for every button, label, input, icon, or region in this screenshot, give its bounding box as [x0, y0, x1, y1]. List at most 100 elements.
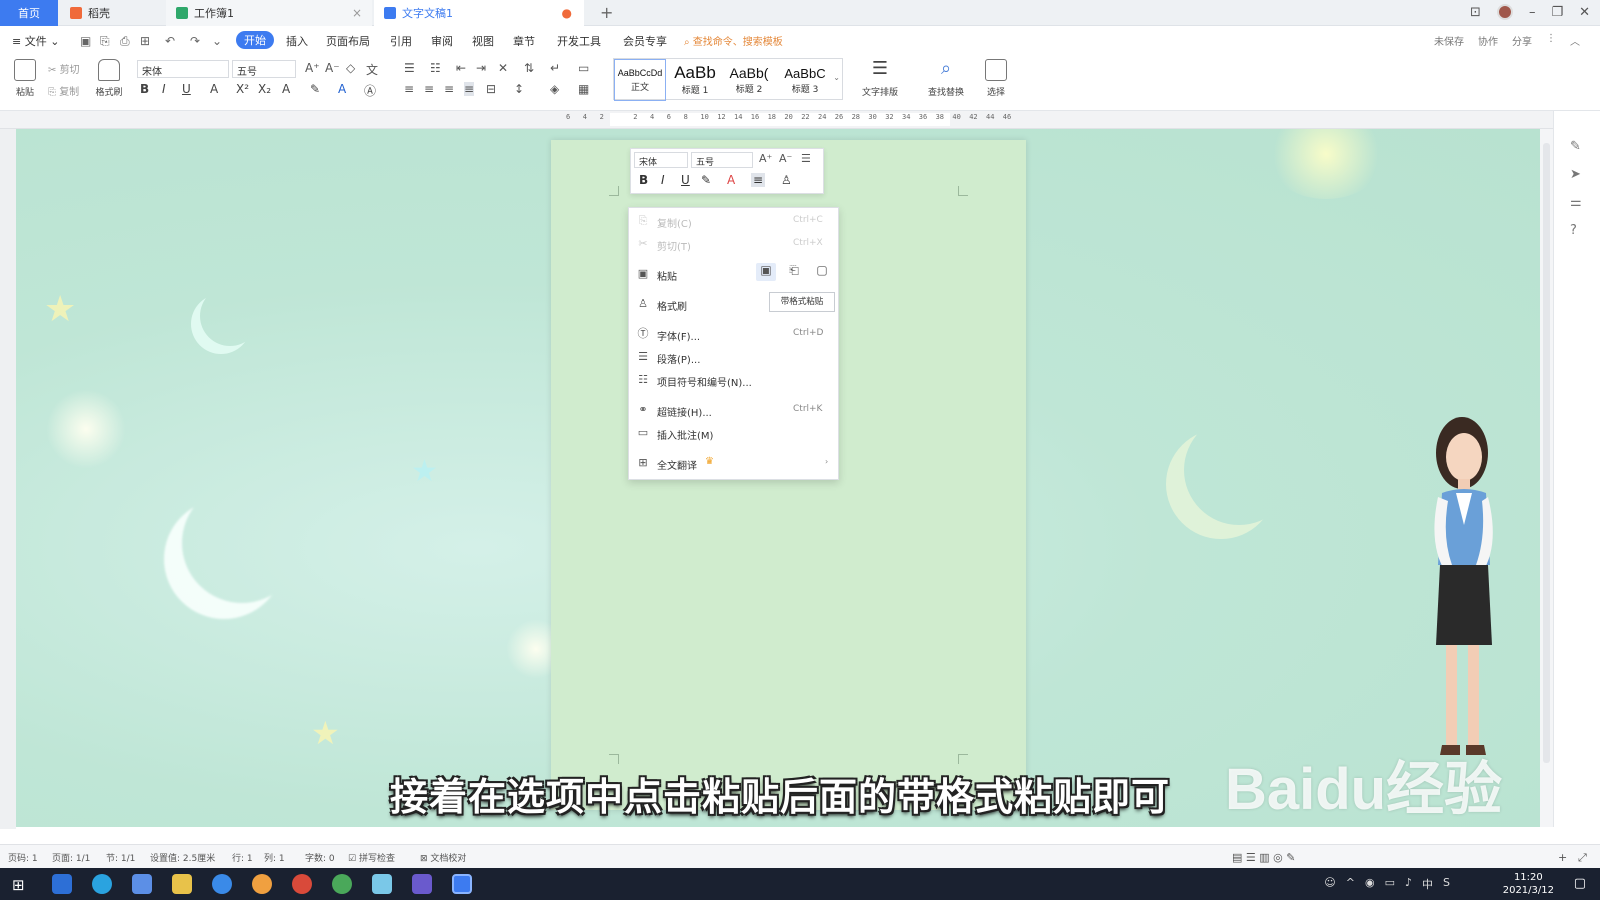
chinese-layout-icon[interactable]: ✕	[498, 61, 508, 75]
menu-item-translate[interactable]: ⊞ 全文翻译 ♛ ›	[629, 453, 840, 475]
menu-tab-layout[interactable]: 页面布局	[326, 33, 370, 49]
menu-tab-membership[interactable]: 会员专享	[623, 33, 667, 49]
ime-icon[interactable]: 中	[1422, 876, 1433, 892]
subscript-button[interactable]: X₂	[258, 82, 271, 96]
menu-tab-home[interactable]: 开始	[236, 31, 274, 49]
status-section[interactable]: 节: 1/1	[106, 851, 135, 864]
format-painter-button[interactable]: 格式刷	[92, 59, 126, 98]
fullscreen-icon[interactable]: ⤢	[1578, 851, 1587, 865]
notification-icon[interactable]: ▢	[1574, 876, 1586, 891]
redo-icon[interactable]: ↷	[190, 34, 200, 48]
style-heading-1[interactable]: AaBb 标题 1	[668, 59, 722, 101]
tab-workbook[interactable]: 工作簿1 ×	[166, 0, 372, 26]
collapse-ribbon-icon[interactable]: ︿	[1570, 33, 1580, 48]
zoom-in-icon[interactable]: +	[1558, 851, 1567, 864]
italic-button[interactable]: I	[661, 173, 665, 187]
distribute-icon[interactable]: ⊟	[486, 82, 496, 96]
menu-tab-insert[interactable]: 插入	[286, 33, 308, 49]
help-icon[interactable]: ?	[1570, 223, 1577, 238]
people-icon[interactable]: ☺	[1324, 876, 1335, 892]
menu-item-copy[interactable]: ⎘ 复制(C) Ctrl+C	[629, 211, 840, 233]
show-marks-icon[interactable]: ↵	[550, 61, 560, 75]
status-col[interactable]: 列: 1	[264, 851, 285, 864]
tray-expand-icon[interactable]: ^	[1346, 876, 1355, 892]
line-spacing-icon[interactable]: ↕	[514, 82, 524, 96]
avatar[interactable]	[1496, 4, 1513, 20]
char-border-button[interactable]: Ⓐ	[364, 82, 376, 99]
tab-document[interactable]: 文字文稿1 ●	[374, 0, 584, 26]
line-spacing-icon[interactable]: ☰	[801, 152, 811, 165]
font-color-button[interactable]: A	[727, 173, 735, 187]
unsaved-status[interactable]: 未保存	[1434, 33, 1464, 48]
clear-format-icon[interactable]: ◇	[346, 61, 355, 75]
close-icon[interactable]: ×	[352, 6, 362, 20]
status-pages[interactable]: 页面: 1/1	[52, 851, 90, 864]
bold-button[interactable]: B	[639, 173, 648, 187]
customize-icon[interactable]: ⌄	[212, 34, 222, 48]
font-size-select[interactable]: 五号	[232, 60, 296, 78]
superscript-button[interactable]: X²	[236, 82, 249, 96]
collaborate-button[interactable]: 协作	[1478, 33, 1498, 48]
minimize-button[interactable]: –	[1529, 5, 1536, 20]
sort-icon[interactable]: ⇅	[524, 61, 534, 75]
layout-icon[interactable]: ⊡	[1470, 5, 1481, 20]
copy-button[interactable]: ⎘ 复制	[48, 83, 79, 98]
align-right-icon[interactable]: ≡	[444, 82, 454, 96]
status-word-count[interactable]: 字数: 0	[305, 851, 335, 864]
app-browser-icon[interactable]	[212, 874, 232, 894]
menu-item-cut[interactable]: ✂ 剪切(T) Ctrl+X	[629, 234, 840, 256]
font-family-select[interactable]: 宋体	[137, 60, 229, 78]
font-color-button[interactable]: A	[338, 82, 346, 96]
view-mode-icons[interactable]: ▤ ☰ ▥ ◎ ✎	[1232, 851, 1295, 864]
numbering-icon[interactable]: ☷	[430, 61, 441, 75]
pinyin-icon[interactable]: 文	[366, 61, 378, 78]
proofread-button[interactable]: ⊠ 文档校对	[420, 851, 466, 864]
align-button[interactable]: ≡	[751, 173, 766, 187]
scrollbar-thumb[interactable]	[1543, 143, 1550, 763]
strikethrough-button[interactable]: A	[210, 82, 218, 96]
tab-home[interactable]: 首页	[0, 0, 58, 26]
highlight-button[interactable]: ✎	[701, 173, 711, 187]
underline-button[interactable]: U	[182, 82, 191, 96]
save-as-icon[interactable]: ⎘	[100, 34, 110, 49]
menu-item-bullets[interactable]: ☷ 项目符号和编号(N)...	[629, 370, 840, 392]
shrink-font-icon[interactable]: A⁻	[325, 61, 340, 75]
paste-keep-format-button[interactable]: ▣	[756, 263, 776, 281]
menu-item-paste[interactable]: ▣ 粘贴	[629, 264, 840, 286]
style-normal[interactable]: AaBbCcDd 正文	[614, 59, 666, 101]
status-row[interactable]: 行: 1	[232, 851, 253, 864]
menu-tab-chapter[interactable]: 章节	[513, 33, 535, 49]
edit-icon[interactable]: ✎	[1570, 139, 1581, 154]
tab-docer[interactable]: 稻壳	[60, 0, 164, 26]
format-painter-button[interactable]: ♙	[781, 173, 792, 187]
unsaved-dot-icon[interactable]: ●	[562, 6, 572, 20]
decrease-indent-icon[interactable]: ⇤	[456, 61, 466, 75]
mini-size-select[interactable]: 五号	[691, 152, 753, 168]
new-tab-button[interactable]: +	[600, 3, 613, 22]
app-cube-icon[interactable]	[132, 874, 152, 894]
menu-item-font[interactable]: Ⓣ 字体(F)... Ctrl+D	[629, 324, 840, 346]
menu-tab-view[interactable]: 视图	[472, 33, 494, 49]
style-heading-2[interactable]: AaBb( 标题 2	[722, 59, 776, 101]
select-button[interactable]: 选择	[978, 59, 1014, 98]
text-effect-button[interactable]: A	[282, 82, 290, 96]
network-icon[interactable]: ◉	[1365, 876, 1375, 892]
settings-sliders-icon[interactable]: ⚌	[1570, 195, 1582, 210]
system-clock[interactable]: 11:20 2021/3/12	[1503, 871, 1554, 897]
underline-button[interactable]: U	[681, 173, 690, 187]
app-chat-icon[interactable]	[252, 874, 272, 894]
bold-button[interactable]: B	[140, 82, 149, 96]
menu-item-paragraph[interactable]: ☰ 段落(P)...	[629, 347, 840, 369]
menu-tab-review[interactable]: 审阅	[431, 33, 453, 49]
justify-icon[interactable]: ≡	[464, 82, 475, 96]
grow-font-icon[interactable]: A⁺	[305, 61, 320, 75]
bullets-icon[interactable]: ☰	[404, 61, 415, 75]
app-sogou-icon[interactable]	[92, 874, 112, 894]
spell-check-toggle[interactable]: ☑ 拼写检查	[348, 851, 395, 864]
style-heading-3[interactable]: AaBbC 标题 3	[776, 59, 834, 101]
app-edge-icon[interactable]	[52, 874, 72, 894]
text-layout-button[interactable]: ☰ 文字排版	[855, 59, 905, 99]
more-icon[interactable]: ⋮	[1546, 33, 1556, 48]
paste-match-format-button[interactable]: ⎗	[784, 263, 804, 281]
display-icon[interactable]: ▭	[1385, 876, 1395, 892]
